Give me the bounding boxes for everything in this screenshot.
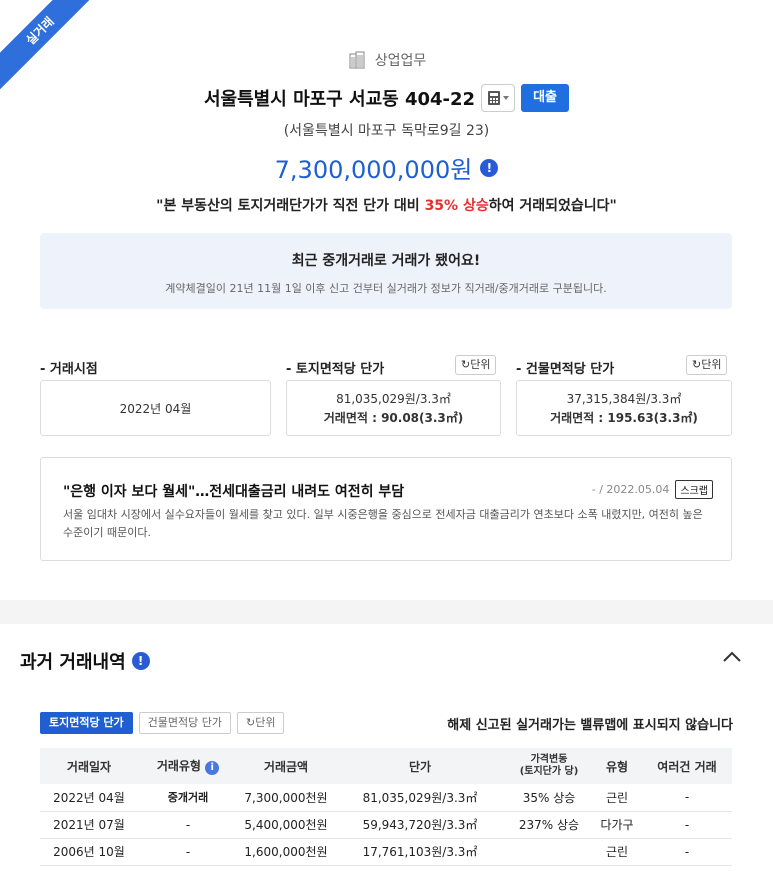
cell-type: - bbox=[138, 838, 238, 866]
history-note: 해제 신고된 실거래가는 밸류맵에 표시되지 않습니다 bbox=[447, 718, 733, 733]
refresh-icon: ↻ bbox=[246, 716, 256, 729]
trade-time-value: 2022년 04월 bbox=[119, 401, 192, 416]
trade-price: 7,300,000,000원 bbox=[274, 156, 473, 184]
col-change-sub: (토지단가 당) bbox=[519, 766, 579, 777]
headline-highlight: 35% 상승 bbox=[424, 198, 489, 214]
building-unit-button[interactable]: ↻단위 bbox=[686, 355, 728, 375]
unit-button-label: 단위 bbox=[470, 358, 491, 371]
building-price-box: 37,315,384원/3.3㎡ 거래면적 : 195.63(3.3㎡) bbox=[516, 380, 732, 436]
cell-date: 2022년 04월 bbox=[40, 784, 138, 812]
headline: "본 부동산의 토지거래단가가 직전 단가 대비 35% 상승하여 거래되었습니… bbox=[0, 195, 773, 215]
news-title[interactable]: "은행 이자 보다 월세"…전세대출금리 내려도 여전히 부담 bbox=[63, 481, 404, 501]
section-divider bbox=[0, 600, 773, 624]
cell-unit-price: 81,035,029원/3.3㎡ bbox=[334, 784, 506, 812]
cell-multi: - bbox=[642, 838, 732, 866]
land-price-value: 81,035,029원/3.3㎡ bbox=[336, 392, 451, 406]
table-header-row: 거래일자 거래유형 i 거래금액 단가 가격변동 (토지단가 당) 유형 여러건… bbox=[40, 748, 732, 784]
news-meta: - / 2022.05.04 스크랩 bbox=[592, 480, 713, 499]
land-trade-area: 거래면적 : 90.08(3.3㎡) bbox=[323, 411, 464, 425]
history-tabs: 토지면적당 단가 건물면적당 단가 ↻단위 bbox=[40, 712, 285, 734]
caret-down-icon bbox=[503, 96, 510, 100]
address-row: 서울특별시 마포구 서교동 404-22 대출 bbox=[0, 84, 773, 112]
table-row[interactable]: 2006년 10월 - 1,600,000천원 17,761,103원/3.3㎡… bbox=[40, 838, 732, 866]
col-kind: 유형 bbox=[592, 748, 642, 784]
ribbon-label: 실거래 bbox=[0, 0, 90, 90]
unit-button-label: 단위 bbox=[701, 358, 722, 371]
notice-title: 최근 중개거래로 거래가 됐어요! bbox=[291, 253, 481, 269]
table-row[interactable]: 2022년 04월 중개거래 7,300,000천원 81,035,029원/3… bbox=[40, 784, 732, 812]
cell-multi: - bbox=[642, 784, 732, 812]
building-price-value: 37,315,384원/3.3㎡ bbox=[566, 392, 682, 406]
headline-suffix: 하여 거래되었습니다" bbox=[488, 198, 617, 214]
col-change-label: 가격변동 bbox=[530, 754, 568, 765]
headline-prefix: "본 부동산의 토지거래단가가 직전 단가 대비 bbox=[156, 198, 425, 214]
col-change: 가격변동 (토지단가 당) bbox=[506, 748, 592, 784]
cell-change bbox=[506, 838, 592, 866]
news-date: - / 2022.05.04 bbox=[591, 483, 670, 496]
calculator-icon bbox=[488, 91, 501, 105]
info-icon[interactable]: i bbox=[205, 761, 220, 775]
history-title-text: 과거 거래내역 bbox=[20, 652, 126, 673]
road-address: (서울특별시 마포구 독막로9길 23) bbox=[283, 123, 490, 139]
cell-amount: 1,600,000천원 bbox=[238, 838, 334, 866]
history-title: 과거 거래내역 ! bbox=[20, 648, 150, 674]
category-label: 상업업무 bbox=[374, 53, 427, 69]
price-row: 7,300,000,000원 ! bbox=[0, 150, 773, 185]
scrap-button[interactable]: 스크랩 bbox=[675, 480, 713, 499]
news-body: 서울 임대차 시장에서 실수요자들이 월세를 찾고 있다. 일부 시중은행을 중… bbox=[63, 508, 703, 539]
notice-description: 계약체결일이 21년 11월 1일 이후 신고 건부터 실거래가 정보가 직거래… bbox=[165, 282, 607, 295]
building-price-label: - 건물면적당 단가 bbox=[516, 362, 615, 377]
land-unit-button[interactable]: ↻단위 bbox=[455, 355, 497, 375]
info-icon[interactable]: ! bbox=[480, 158, 499, 177]
col-type: 거래유형 i bbox=[138, 748, 238, 784]
history-unit-button[interactable]: ↻단위 bbox=[237, 712, 285, 734]
info-icon[interactable]: ! bbox=[131, 652, 150, 670]
page-title: 서울특별시 마포구 서교동 404-22 bbox=[204, 89, 476, 110]
cell-date: 2021년 07월 bbox=[40, 811, 138, 839]
cell-change: 35% 상승 bbox=[506, 784, 592, 812]
table-row[interactable]: 2021년 07월 - 5,400,000천원 59,943,720원/3.3㎡… bbox=[40, 811, 732, 839]
cell-multi: - bbox=[642, 811, 732, 839]
unit-button-label: 단위 bbox=[255, 716, 276, 729]
col-date: 거래일자 bbox=[40, 748, 138, 784]
chevron-up-icon[interactable] bbox=[720, 645, 744, 669]
col-type-label: 거래유형 bbox=[156, 759, 201, 773]
tab-land-price[interactable]: 토지면적당 단가 bbox=[40, 712, 133, 734]
cell-type: 중개거래 bbox=[138, 784, 238, 812]
cell-kind: 근린 bbox=[592, 784, 642, 812]
col-unit-price: 단가 bbox=[334, 748, 506, 784]
cell-kind: 다가구 bbox=[592, 811, 642, 839]
land-price-label: - 토지면적당 단가 bbox=[286, 362, 385, 377]
history-table: 거래일자 거래유형 i 거래금액 단가 가격변동 (토지단가 당) 유형 여러건… bbox=[40, 748, 732, 866]
land-price-box: 81,035,029원/3.3㎡ 거래면적 : 90.08(3.3㎡) bbox=[286, 380, 501, 436]
refresh-icon: ↻ bbox=[692, 358, 702, 371]
cell-amount: 5,400,000천원 bbox=[238, 811, 334, 839]
news-card[interactable]: "은행 이자 보다 월세"…전세대출금리 내려도 여전히 부담 - / 2022… bbox=[40, 457, 732, 561]
col-multi: 여러건 거래 bbox=[642, 748, 732, 784]
cell-date: 2006년 10월 bbox=[40, 838, 138, 866]
refresh-icon: ↻ bbox=[461, 358, 471, 371]
category: 상업업무 bbox=[0, 50, 773, 70]
trade-ribbon: 실거래 bbox=[0, 0, 90, 90]
notice-box: 최근 중개거래로 거래가 됐어요! 계약체결일이 21년 11월 1일 이후 신… bbox=[40, 233, 732, 309]
cell-type: - bbox=[138, 811, 238, 839]
col-amount: 거래금액 bbox=[238, 748, 334, 784]
trade-time-label: - 거래시점 bbox=[40, 362, 98, 377]
cell-change: 237% 상승 bbox=[506, 811, 592, 839]
cell-amount: 7,300,000천원 bbox=[238, 784, 334, 812]
cell-unit-price: 59,943,720원/3.3㎡ bbox=[334, 811, 506, 839]
loan-button[interactable]: 대출 bbox=[521, 84, 569, 112]
building-trade-area: 거래면적 : 195.63(3.3㎡) bbox=[550, 411, 698, 425]
building-icon bbox=[349, 51, 365, 69]
cell-unit-price: 17,761,103원/3.3㎡ bbox=[334, 838, 506, 866]
tab-building-price[interactable]: 건물면적당 단가 bbox=[138, 712, 232, 734]
trade-time-box: 2022년 04월 bbox=[40, 380, 271, 436]
calculator-button[interactable] bbox=[481, 84, 516, 112]
cell-kind: 근린 bbox=[592, 838, 642, 866]
